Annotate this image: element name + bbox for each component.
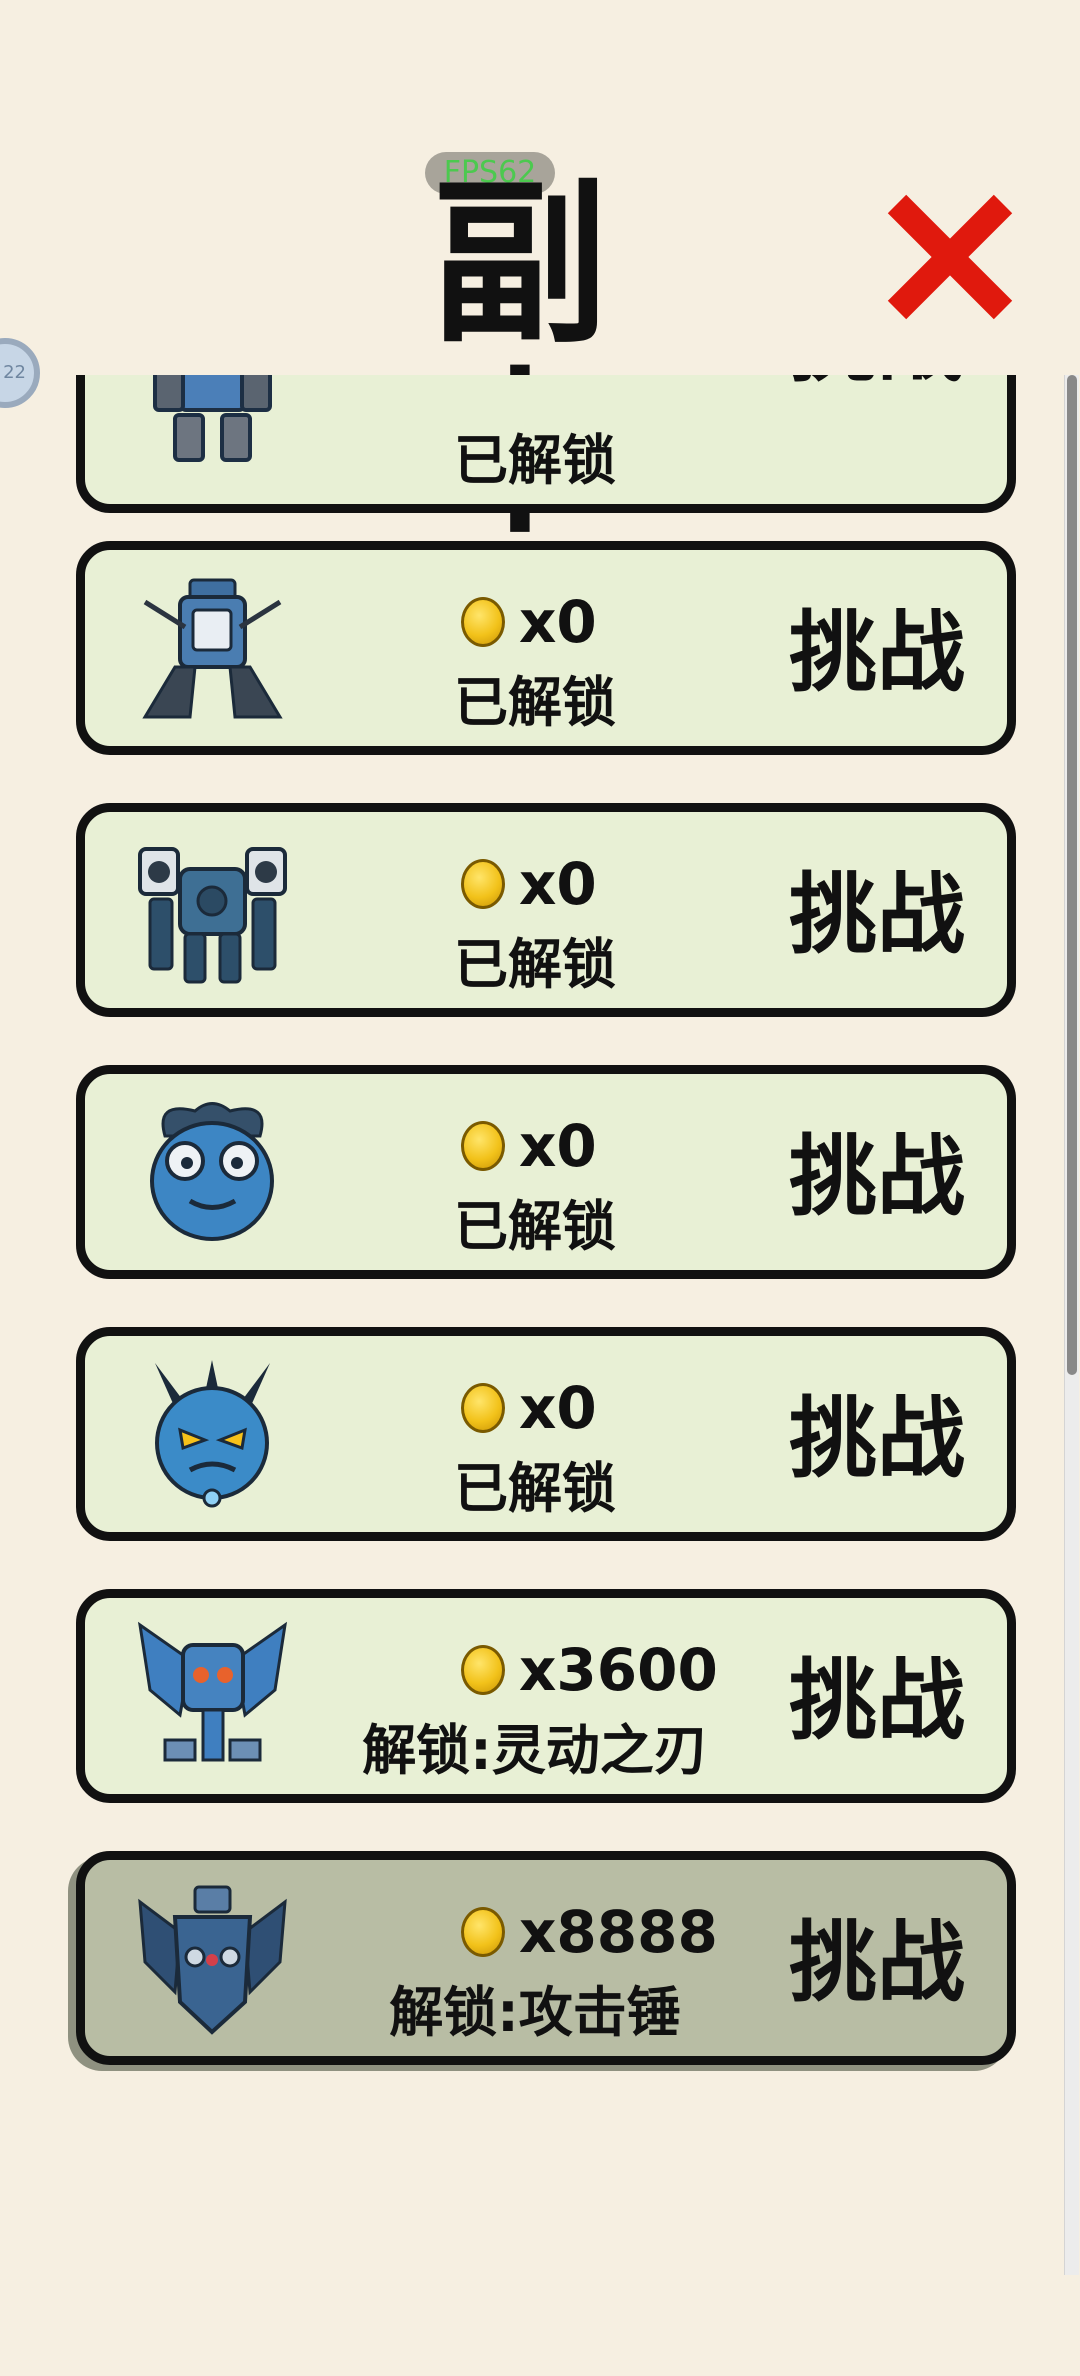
cost-row: x0 [461, 850, 597, 918]
unlock-status: 已解锁 [454, 429, 616, 492]
dungeon-card: x8888 解锁:攻击锤 挑战 [76, 1851, 1016, 2065]
coin-icon [461, 1121, 505, 1171]
cost-row: x0 [461, 1112, 597, 1180]
unlock-status: 已解锁 [454, 1457, 616, 1520]
cost-value: x0 [519, 588, 597, 656]
coin-icon [461, 1383, 505, 1433]
coin-icon [461, 1907, 505, 1957]
dungeon-card: x0 已解锁 挑战 [76, 1327, 1016, 1541]
unlock-status: 已解锁 [454, 1195, 616, 1258]
cost-value: x3600 [519, 1636, 718, 1704]
challenge-button[interactable]: 挑战 [787, 860, 967, 970]
coin-icon [461, 1645, 505, 1695]
coin-icon [461, 597, 505, 647]
scrollbar[interactable] [1064, 375, 1079, 2275]
dungeon-card: x0 已解锁 挑战 [76, 541, 1016, 755]
cost-value: x0 [519, 1374, 597, 1442]
challenge-button[interactable]: 挑战 [787, 1384, 967, 1494]
dungeon-list[interactable]: 已解锁 挑战 x0 已解锁 挑战 [0, 375, 1080, 2280]
challenge-button[interactable]: 挑战 [787, 1122, 967, 1232]
challenge-button[interactable]: 挑战 [787, 1908, 967, 2018]
speaker-robot-icon [138, 847, 287, 984]
scrollbar-thumb[interactable] [1067, 375, 1077, 1375]
winged-robot-icon [137, 1621, 288, 1762]
cost-row: x8888 [461, 1898, 718, 1966]
cost-row: x3600 [461, 1636, 718, 1704]
unlock-status: 已解锁 [454, 671, 616, 734]
challenge-button[interactable]: 挑战 [787, 375, 967, 398]
close-icon[interactable] [885, 192, 1015, 322]
challenge-button[interactable]: 挑战 [787, 1646, 967, 1756]
challenge-button[interactable]: 挑战 [787, 598, 967, 708]
cost-value: x0 [519, 850, 597, 918]
robot-icon [142, 578, 283, 719]
dungeon-card: x3600 解锁:灵动之刃 挑战 [76, 1589, 1016, 1803]
cost-row: x0 [461, 1374, 597, 1442]
coin-icon [461, 859, 505, 909]
blue-monster-icon [150, 1102, 274, 1241]
page-title: 副本 [431, 162, 648, 550]
unlock-status: 解锁:攻击锤 [389, 1981, 681, 2044]
cost-value: x0 [519, 1112, 597, 1180]
cost-row: x0 [461, 588, 597, 656]
unlock-status: 解锁:灵动之刃 [362, 1719, 708, 1782]
dungeon-card: x0 已解锁 挑战 [76, 1065, 1016, 1279]
horned-monster-icon [155, 1360, 270, 1508]
armored-robot-icon [138, 1885, 287, 2035]
unlock-status: 已解锁 [454, 933, 616, 996]
cost-value: x8888 [519, 1898, 718, 1966]
dungeon-card: 已解锁 挑战 [76, 375, 1016, 513]
dungeon-card: x0 已解锁 挑战 [76, 803, 1016, 1017]
robot-icon [153, 375, 272, 462]
